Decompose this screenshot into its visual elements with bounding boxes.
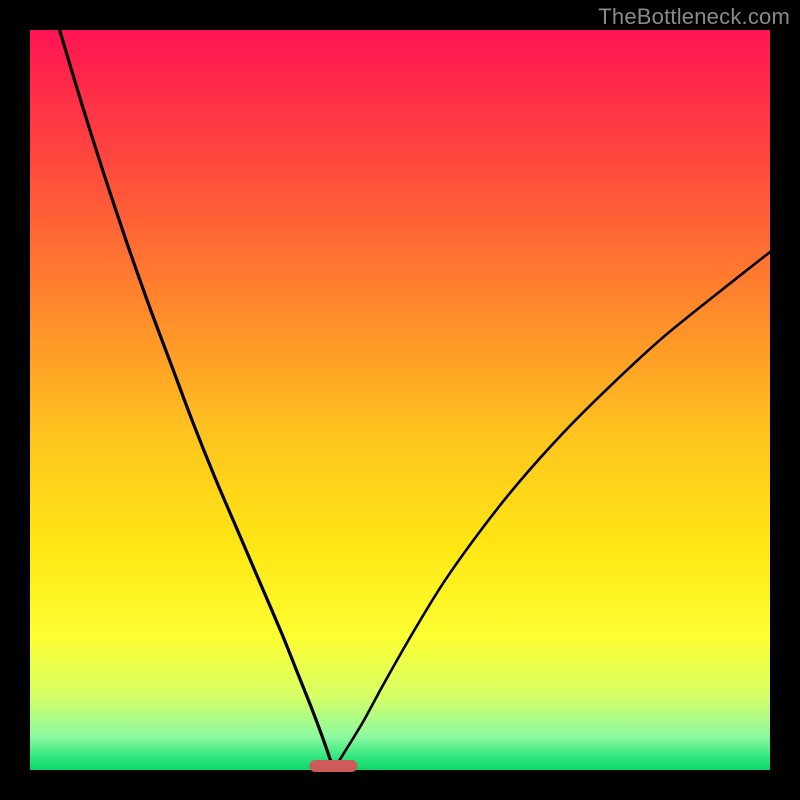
plot-background xyxy=(30,30,770,770)
chart-frame: TheBottleneck.com xyxy=(0,0,800,800)
watermark-text: TheBottleneck.com xyxy=(598,4,790,30)
optimum-marker xyxy=(309,760,357,772)
bottleneck-chart xyxy=(0,0,800,800)
